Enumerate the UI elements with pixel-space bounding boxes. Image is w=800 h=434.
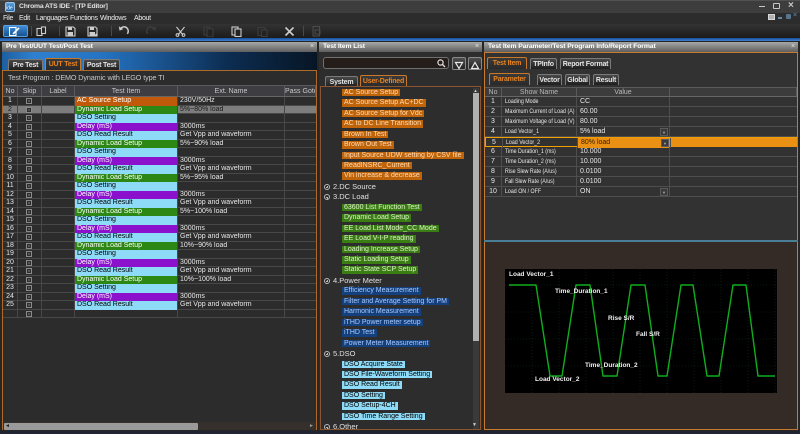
svg-text:ide: ide	[6, 6, 13, 12]
